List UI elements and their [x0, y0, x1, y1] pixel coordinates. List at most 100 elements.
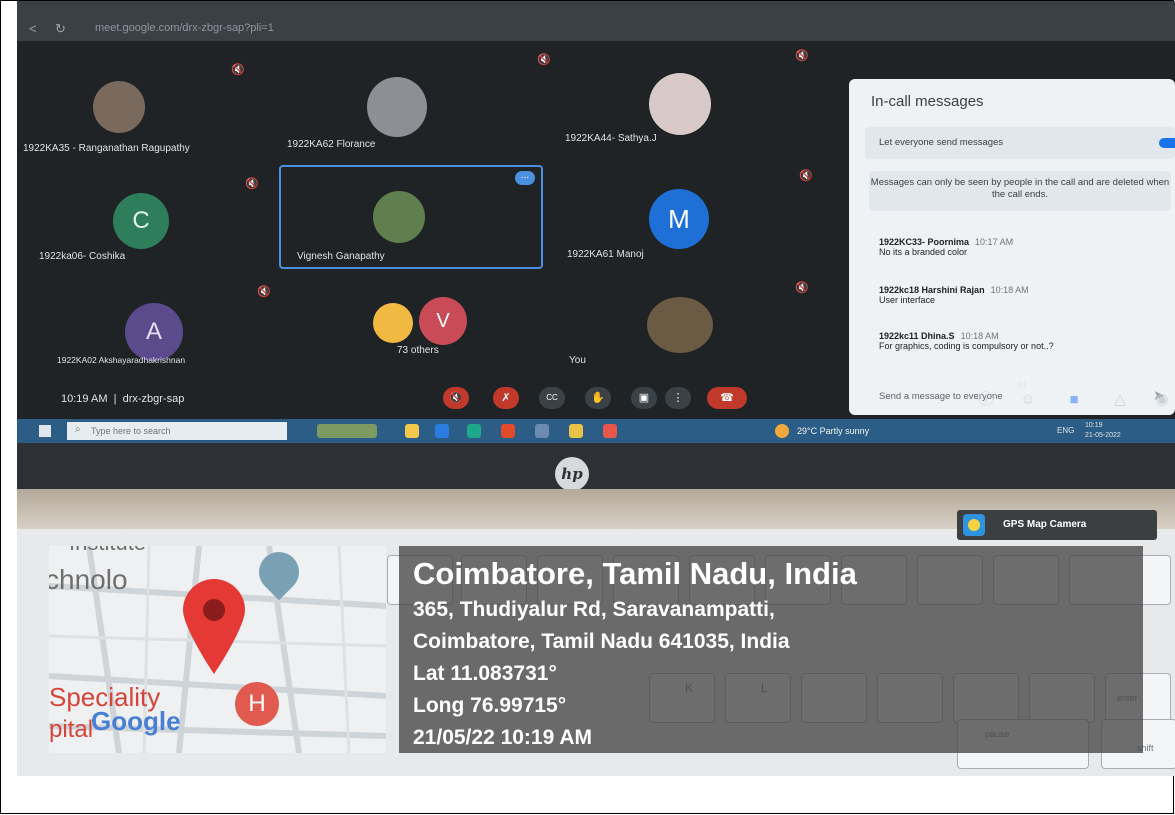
gps-mini-map: Institute chnolo Speciality pital H Goog… [49, 546, 386, 753]
present-screen-icon[interactable]: ▣ [631, 387, 657, 409]
meeting-info: 10:19 AM | drx-zbgr-sap [61, 393, 184, 405]
chat-note: Messages can only be seen by people in t… [869, 171, 1171, 211]
meeting-details-icon[interactable]: ⓘ [975, 389, 997, 411]
message-text: No its a branded color [879, 247, 968, 257]
gps-map-camera-badge: GPS Map Camera [957, 510, 1157, 540]
participant-name: 1922KA44- Sathya.J [565, 133, 657, 144]
participant-avatar [373, 191, 425, 243]
taskbar-search-input[interactable]: ⌕ Type here to search [67, 422, 287, 440]
gps-latitude: Lat 11.083731° [413, 662, 557, 685]
participant-avatar: M [649, 189, 709, 249]
clock-date: 21-05-2022 [1085, 432, 1121, 439]
search-icon: ⌕ [75, 424, 81, 435]
participant-name: Vignesh Ganapathy [297, 251, 385, 262]
mic-off-icon: 🔇 [795, 282, 809, 294]
chrome-icon[interactable] [603, 424, 617, 438]
map-label-hospital: pital [49, 716, 94, 743]
toggle-switch[interactable] [1159, 138, 1175, 148]
chrome-icon[interactable] [569, 424, 583, 438]
message-text: User interface [879, 295, 936, 305]
mic-off-icon: 🔇 [537, 54, 551, 66]
raise-hand-icon[interactable]: ✋ [585, 387, 611, 409]
language-indicator[interactable]: ENG [1057, 426, 1074, 435]
gps-datetime: 21/05/22 10:19 AM [413, 726, 593, 749]
message-sender: 1922kc18 Harshini Rajan [879, 285, 985, 295]
participant-name: 1922KA61 Manoj [567, 249, 644, 260]
participant-avatar: V [419, 297, 467, 345]
gps-address-line1: 365, Thudiyalur Rd, Saravanampatti, [413, 598, 775, 621]
weather-icon [775, 424, 789, 438]
reload-icon[interactable]: ↻ [55, 21, 66, 37]
chat-title: In-call messages [871, 93, 984, 110]
map-label-technology: chnolo [49, 564, 128, 595]
file-explorer-icon[interactable] [405, 424, 419, 438]
mail-icon[interactable] [435, 424, 449, 438]
hospital-pin-icon: H [235, 682, 279, 726]
participant-name: You [569, 355, 586, 366]
chat-message: 1922kc18 Harshini Rajan 10:18 AM User int… [879, 285, 1029, 305]
host-controls-icon[interactable]: ◉ [1151, 389, 1173, 411]
gps-camera-logo-icon [963, 514, 985, 536]
meet-control-bar: 10:19 AM | drx-zbgr-sap 🔇 ✗ CC ✋ ▣ ⋮ ☎ ⓘ… [17, 381, 1175, 419]
participant-avatar [649, 73, 711, 135]
end-call-icon[interactable]: ☎ [707, 387, 747, 409]
message-time: 10:18 AM [960, 331, 999, 341]
gps-longitude: Long 76.99715° [413, 694, 567, 717]
participant-avatar [647, 297, 713, 353]
hp-logo: hp [555, 457, 589, 491]
mic-off-icon: 🔇 [799, 170, 813, 182]
camera-toggle-icon[interactable]: ✗ [493, 387, 519, 409]
meeting-separator: | [113, 393, 117, 405]
let-everyone-send-toggle-row[interactable]: Let everyone send messages [865, 127, 1175, 159]
taskbar-search-placeholder: Type here to search [91, 426, 171, 436]
google-logo: Google [91, 706, 181, 736]
mic-off-icon: 🔇 [257, 286, 271, 298]
browser-address-bar[interactable]: < ↻ meet.google.com/drx-zbgr-sap?pli=1 [17, 1, 1175, 41]
in-call-messages-panel: In-call messages Let everyone send messa… [849, 79, 1175, 415]
message-time: 10:18 AM [990, 285, 1029, 295]
chat-message: 1922kc11 Dhina.S 10:18 AM For graphics, c… [879, 331, 1054, 351]
participant-avatar: A [125, 303, 183, 361]
map-label-institute: Institute [69, 546, 146, 556]
participant-name: 1922KA62 Florance [287, 139, 376, 150]
participant-name: 1922KA35 - Ranganathan Ragupathy [23, 143, 190, 154]
message-text: For graphics, coding is compulsory or no… [879, 341, 1054, 351]
gps-address-line2: Coimbatore, Tamil Nadu 641035, India [413, 630, 790, 653]
more-options-icon[interactable]: ... [515, 171, 535, 185]
participant-avatar [93, 81, 145, 133]
mic-toggle-icon[interactable]: 🔇 [443, 387, 469, 409]
participant-name: 1922KA02 Akshayaradhakrishnan [57, 355, 186, 365]
others-count[interactable]: 73 others [397, 345, 439, 356]
people-icon[interactable]: ☺ [1017, 389, 1039, 411]
store-icon[interactable] [535, 424, 549, 438]
weather-text[interactable]: 29°C Partly sunny [797, 426, 869, 436]
message-sender: 1922kc11 Dhina.S [879, 331, 955, 341]
windows-start-icon[interactable] [39, 425, 51, 437]
task-view-icon[interactable] [317, 424, 377, 438]
back-arrow-icon[interactable]: < [29, 21, 37, 36]
mic-off-icon: 🔇 [245, 178, 259, 190]
meeting-code: drx-zbgr-sap [122, 393, 185, 405]
toggle-label: Let everyone send messages [879, 137, 1004, 148]
laptop-screen: < ↻ meet.google.com/drx-zbgr-sap?pli=1 1… [17, 1, 1175, 443]
captions-icon[interactable]: CC [539, 387, 565, 409]
taskbar-clock[interactable]: 10:19 21-05-2022 [1085, 421, 1121, 441]
edge-icon[interactable] [467, 424, 481, 438]
message-time: 10:17 AM [975, 237, 1014, 247]
chat-message: 1922KC33- Poornima 10:17 AM No its a bran… [879, 237, 1013, 257]
more-options-icon[interactable]: ⋮ [665, 387, 691, 409]
chat-icon[interactable]: ■ [1063, 389, 1085, 411]
message-sender: 1922KC33- Poornima [879, 237, 970, 247]
page-frame: < ↻ meet.google.com/drx-zbgr-sap?pli=1 1… [0, 0, 1175, 814]
meeting-time: 10:19 AM [61, 393, 108, 405]
activities-icon[interactable]: △ [1109, 389, 1131, 411]
url-text[interactable]: meet.google.com/drx-zbgr-sap?pli=1 [95, 22, 274, 34]
windows-taskbar: ⌕ Type here to search 29°C Partly sunny … [17, 419, 1175, 443]
participant-name: 1922ka06- Coshika [39, 251, 126, 262]
gps-badge-text: GPS Map Camera [1003, 519, 1087, 530]
mic-off-icon: 🔇 [795, 50, 809, 62]
others-avatar-stack [373, 303, 413, 343]
location-pin-icon [183, 578, 245, 674]
clock-time: 10:19 [1085, 422, 1103, 429]
office-icon[interactable] [501, 424, 515, 438]
